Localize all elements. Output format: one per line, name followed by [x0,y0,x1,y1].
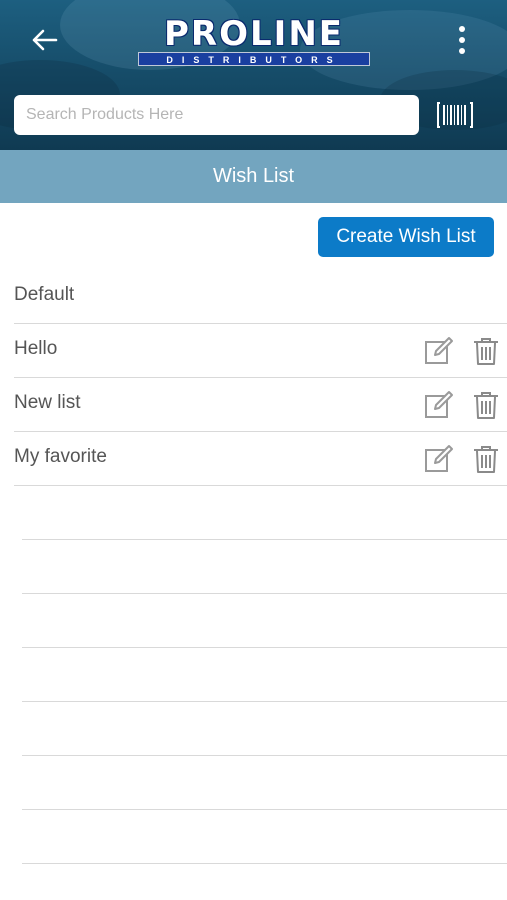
wish-list-name: New list [14,392,81,413]
trash-icon[interactable] [472,336,500,366]
logo-brand: PROLINE [164,14,344,54]
more-vertical-icon [459,26,465,32]
divider [22,594,507,648]
divider [22,810,507,864]
divider [22,756,507,810]
more-menu-button[interactable] [448,22,476,58]
divider [22,702,507,756]
wish-list-name: Hello [14,338,58,359]
divider [22,540,507,594]
wish-list-name: My favorite [14,446,107,467]
edit-icon[interactable] [424,444,454,474]
list-item[interactable]: My favorite [14,432,507,486]
list-item[interactable]: Hello [14,324,507,378]
page-title-bar: Wish List [0,150,507,203]
back-button[interactable] [24,20,64,60]
divider [22,486,507,540]
wish-list-name: Default [14,284,75,305]
wish-list-list: Default Hello New list My favorite [0,270,507,486]
list-item[interactable]: New list [14,378,507,432]
more-vertical-icon [459,37,465,43]
edit-icon[interactable] [424,336,454,366]
more-vertical-icon [459,48,465,54]
edit-icon[interactable] [424,390,454,420]
arrow-left-icon [32,29,58,51]
list-item[interactable]: Default [14,270,507,324]
barcode-icon [437,102,473,128]
trash-icon[interactable] [472,444,500,474]
divider [22,648,507,702]
page-title: Wish List [212,165,295,187]
proline-logo: PROLINE DISTRIBUTORS [138,14,370,66]
logo-tagline: DISTRIBUTORS [138,52,370,66]
trash-icon[interactable] [472,390,500,420]
create-wish-list-button[interactable]: Create Wish List [318,217,494,257]
barcode-scan-button[interactable] [436,100,474,130]
search-input[interactable] [14,95,419,135]
empty-list-area [22,486,507,864]
